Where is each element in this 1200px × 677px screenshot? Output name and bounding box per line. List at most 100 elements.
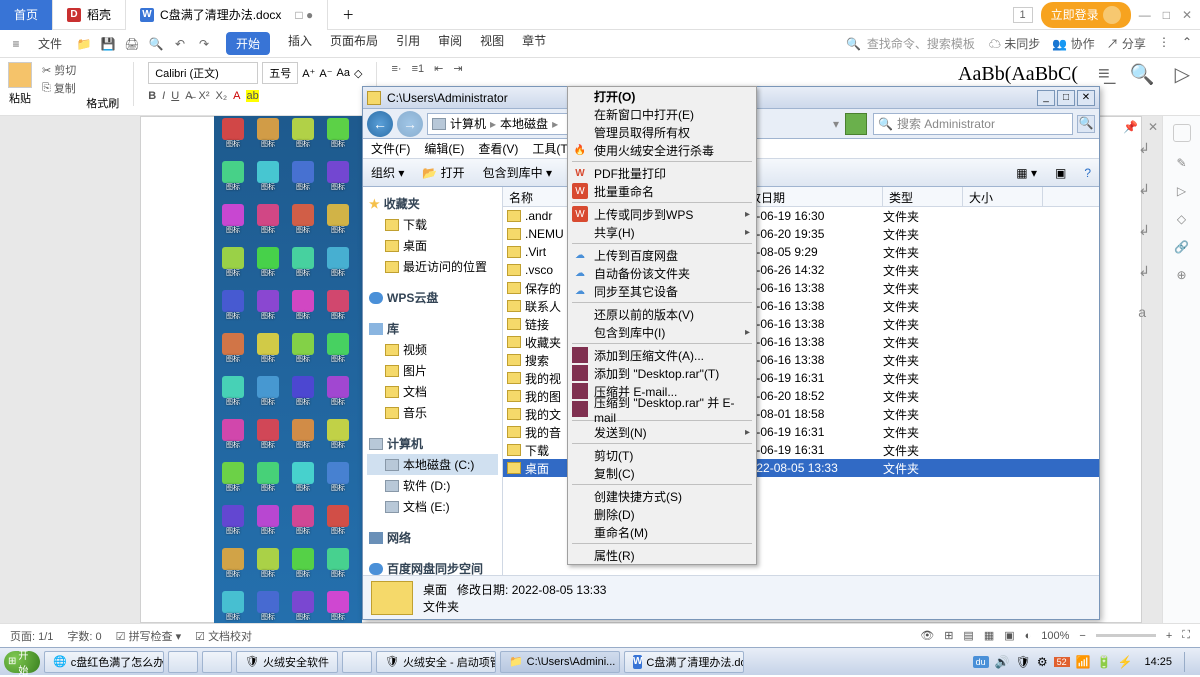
menu-item[interactable]: 添加到压缩文件(A)... (568, 346, 756, 364)
tree-recent[interactable]: 最近访问的位置 (367, 256, 498, 277)
tree-pictures[interactable]: 图片 (367, 360, 498, 381)
menu-item[interactable]: 重命名(M) (568, 523, 756, 541)
close-panel-icon[interactable]: ✕ (1148, 120, 1158, 134)
desktop-icon[interactable]: 图标 (286, 204, 320, 246)
font-color-icon[interactable]: A (233, 90, 240, 102)
menu-tools[interactable]: 工具(T) (532, 140, 571, 157)
menu-item[interactable]: 还原以前的版本(V) (568, 305, 756, 323)
desktop-icon[interactable]: 图标 (321, 247, 355, 289)
tab-close-icon[interactable]: □ ● (295, 8, 313, 22)
tab-chapter[interactable]: 章节 (522, 32, 546, 55)
tab-document[interactable]: WC盘满了清理办法.docx□ ● (126, 0, 328, 30)
tree-documents[interactable]: 文档 (367, 381, 498, 402)
tray-icon[interactable]: 📶 (1076, 655, 1091, 669)
desktop-icon[interactable]: 图标 (216, 118, 250, 160)
open-icon[interactable]: 📁 (76, 36, 92, 52)
taskbar-item[interactable]: 🛡火绒安全 - 启动项管理 (376, 651, 496, 673)
menu-item[interactable]: 属性(R) (568, 546, 756, 564)
menu-view[interactable]: 查看(V) (478, 140, 518, 157)
desktop-icon[interactable]: 图标 (321, 462, 355, 504)
help-button[interactable]: ? (1084, 166, 1091, 180)
decrease-font-icon[interactable]: A⁻ (319, 67, 332, 80)
tree-network[interactable]: 网络 (367, 527, 498, 548)
desktop-icon[interactable]: 图标 (216, 548, 250, 590)
change-case-icon[interactable]: Aa (337, 67, 350, 79)
bold-icon[interactable]: B (148, 90, 156, 102)
taskbar-item[interactable]: 🌐c盘红色满了怎么办 (44, 651, 164, 673)
desktop-icon[interactable]: 图标 (286, 290, 320, 332)
tab-daoke[interactable]: D稻壳 (53, 0, 126, 30)
bullet-list-icon[interactable]: ≡· (391, 63, 401, 75)
superscript-icon[interactable]: X² (199, 90, 210, 102)
column-type[interactable]: 类型 (883, 187, 963, 206)
tree-desktop[interactable]: 桌面 (367, 235, 498, 256)
menu-item[interactable]: ☁自动备份该文件夹 (568, 264, 756, 282)
menu-item[interactable]: 共享(H) (568, 223, 756, 241)
indent-right-icon[interactable]: ⇥ (453, 62, 462, 75)
open-button[interactable]: 📂 打开 (422, 164, 464, 181)
file-menu[interactable]: 文件 (38, 35, 62, 52)
clear-format-icon[interactable]: ◇ (354, 67, 362, 80)
tab-reference[interactable]: 引用 (396, 32, 420, 55)
tree-drive-e[interactable]: 文档 (E:) (367, 496, 498, 517)
indent-left-icon[interactable]: ⇤ (434, 62, 443, 75)
desktop-icon[interactable]: 图标 (251, 505, 285, 547)
menu-item[interactable]: 在新窗口中打开(E) (568, 105, 756, 123)
desktop-icon[interactable]: 图标 (286, 118, 320, 160)
menu-item[interactable]: W批量重命名 (568, 182, 756, 200)
desktop-icon[interactable]: 图标 (321, 290, 355, 332)
close-button[interactable]: ✕ (1182, 8, 1192, 22)
panel-shape-icon[interactable]: ◇ (1177, 212, 1186, 226)
desktop-icon[interactable]: 图标 (216, 333, 250, 375)
taskbar-item[interactable]: 📁C:\Users\Admini... (500, 651, 620, 673)
cut-button[interactable]: ✂ 剪切 (42, 62, 76, 78)
minimize-button[interactable]: _ (1037, 90, 1055, 106)
pin-icon[interactable]: 📌 (1123, 120, 1138, 134)
desktop-icon[interactable]: 图标 (286, 247, 320, 289)
taskbar-item[interactable]: WC盘满了清理办法.doc... (624, 651, 744, 673)
tab-view[interactable]: 视图 (480, 32, 504, 55)
print-icon[interactable]: 🖨 (124, 36, 140, 52)
desktop-icon[interactable]: 图标 (321, 161, 355, 203)
desktop-icon[interactable]: 图标 (286, 161, 320, 203)
taskbar-item[interactable] (342, 651, 372, 673)
tray-icon[interactable]: ⚡ (1118, 655, 1133, 669)
paste-button[interactable]: 粘贴 (8, 62, 32, 106)
panel-cursor-icon[interactable]: ▷ (1177, 184, 1186, 198)
view-icon-1[interactable]: 👁 (920, 629, 934, 642)
preview-pane-button[interactable]: ▣ (1055, 166, 1066, 180)
desktop-icon[interactable]: 图标 (286, 376, 320, 418)
desktop-icon[interactable]: 图标 (251, 376, 285, 418)
tree-wps-cloud[interactable]: WPS云盘 (367, 287, 498, 308)
tray-icon[interactable]: ⚙ (1037, 655, 1048, 669)
menu-item[interactable]: 删除(D) (568, 505, 756, 523)
preview-icon[interactable]: 🔍 (148, 36, 164, 52)
clock[interactable]: 14:25 (1138, 656, 1178, 668)
desktop-icon[interactable]: 图标 (216, 204, 250, 246)
menu-item[interactable]: 压缩到 "Desktop.rar" 并 E-mail (568, 400, 756, 418)
desktop-icon[interactable]: 图标 (286, 548, 320, 590)
desktop-icon[interactable]: 图标 (251, 247, 285, 289)
styles-icon[interactable]: ≡̲ (1098, 63, 1110, 86)
taskbar-item[interactable]: 🛡火绒安全软件 (236, 651, 338, 673)
menu-item[interactable]: 剪切(T) (568, 446, 756, 464)
zoom-in-icon[interactable]: + (1166, 630, 1172, 642)
desktop-icon[interactable]: 图标 (286, 462, 320, 504)
menu-item[interactable]: 发送到(N) (568, 423, 756, 441)
fullscreen-icon[interactable]: ⛶ (1182, 629, 1190, 642)
menu-item[interactable]: 添加到 "Desktop.rar"(T) (568, 364, 756, 382)
desktop-icon[interactable]: 图标 (321, 204, 355, 246)
style-preview[interactable]: AaBb(AaBbC( (958, 63, 1078, 86)
view-icon-3[interactable]: ▤ (963, 629, 973, 642)
desktop-icon[interactable]: 图标 (251, 290, 285, 332)
menu-item[interactable]: 复制(C) (568, 464, 756, 482)
organize-button[interactable]: 组织 ▾ (371, 164, 404, 181)
tray-icon[interactable]: 🔋 (1097, 655, 1112, 669)
collapse-icon[interactable]: ⌃ (1182, 35, 1192, 52)
sync-button[interactable]: ☁ 未同步 (989, 35, 1040, 52)
font-size-select[interactable]: 五号 (262, 62, 298, 84)
tree-videos[interactable]: 视频 (367, 339, 498, 360)
tree-drive-c[interactable]: 本地磁盘 (C:) (367, 454, 498, 475)
view-icon-4[interactable]: ▦ (984, 629, 994, 642)
start-button[interactable]: ⊞开始 (4, 651, 40, 673)
